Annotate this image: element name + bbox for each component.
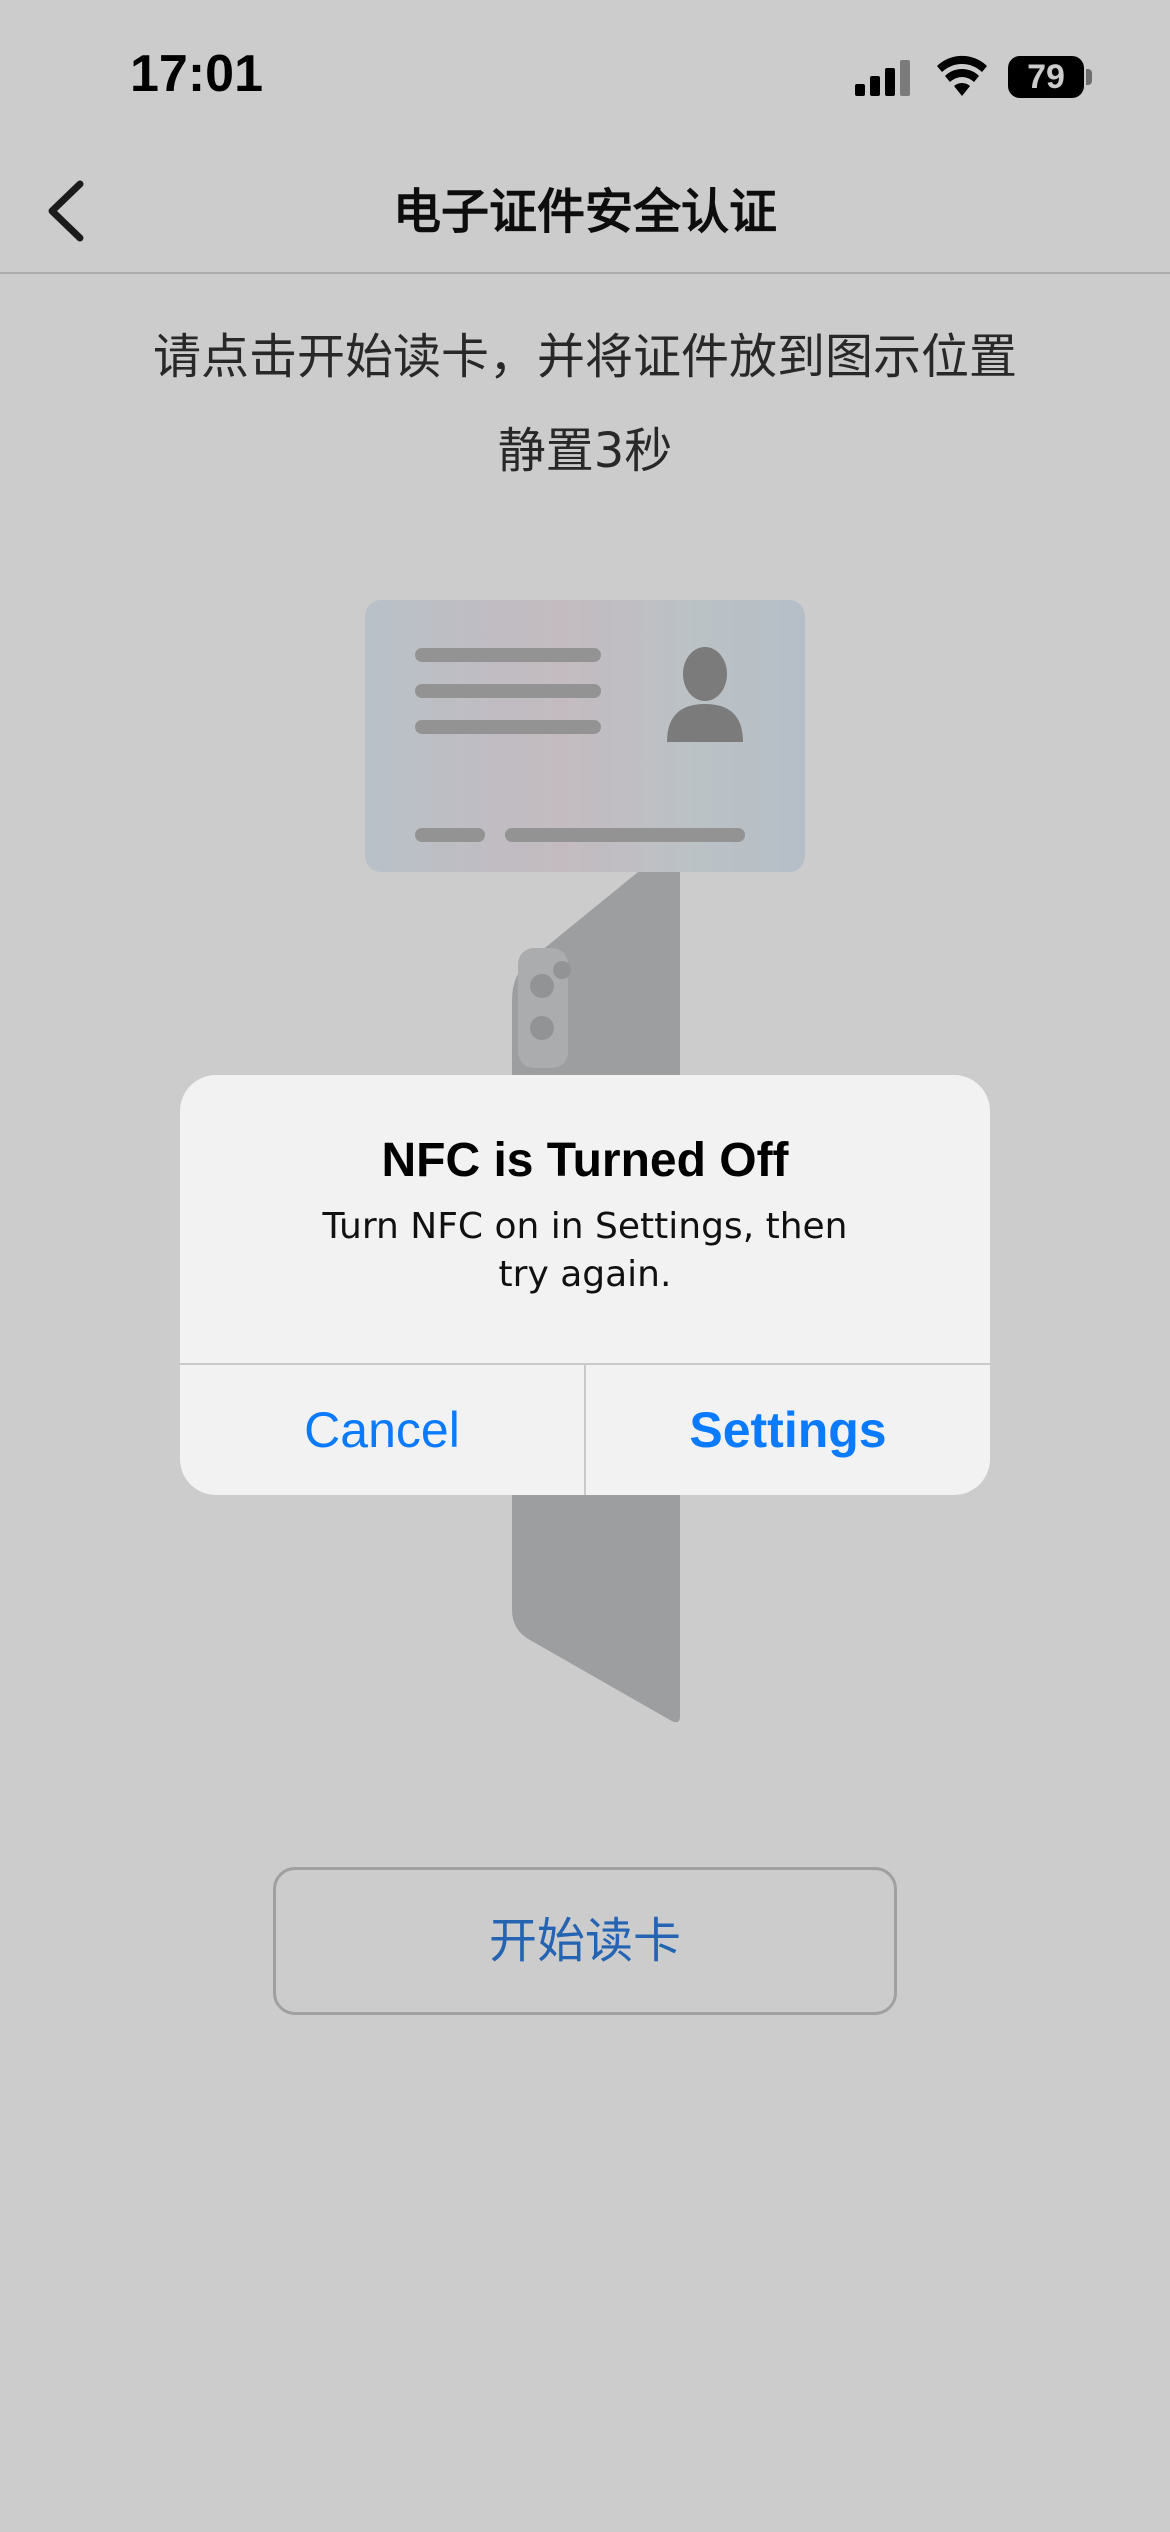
cancel-button[interactable]: Cancel — [180, 1365, 584, 1495]
alert-message-line-2: try again. — [498, 1254, 672, 1295]
screen: 17:01 79 电子证件安全认证 请点击开始读卡，并将证件放到图示位置 静置3… — [0, 0, 1170, 2532]
alert-message: Turn NFC on in Settings, then try again. — [300, 1203, 870, 1299]
nfc-alert-dialog: NFC is Turned Off Turn NFC on in Setting… — [180, 1075, 990, 1495]
alert-message-line-1: Turn NFC on in Settings, then — [322, 1206, 848, 1247]
alert-title: NFC is Turned Off — [381, 1134, 789, 1187]
settings-button[interactable]: Settings — [586, 1365, 990, 1495]
